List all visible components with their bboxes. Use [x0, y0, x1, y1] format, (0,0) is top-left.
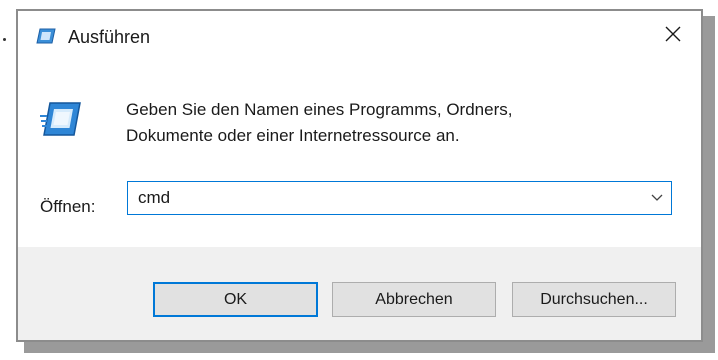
- window-title: Ausführen: [68, 27, 151, 47]
- run-icon-large: [40, 101, 82, 137]
- open-label: Öffnen:: [40, 197, 96, 216]
- button-bar: OK Abbrechen Durchsuchen...: [18, 247, 701, 340]
- close-button[interactable]: [645, 11, 701, 57]
- chevron-down-icon: [651, 189, 663, 207]
- ok-button[interactable]: OK: [153, 282, 318, 317]
- run-icon: [36, 28, 56, 44]
- title-bar[interactable]: Ausführen: [18, 11, 701, 57]
- open-combobox[interactable]: [127, 181, 672, 215]
- browse-button[interactable]: Durchsuchen...: [512, 282, 676, 317]
- dropdown-button[interactable]: [643, 182, 671, 214]
- close-icon: [665, 26, 681, 42]
- cancel-button[interactable]: Abbrechen: [332, 282, 496, 317]
- description-line-2: Dokumente oder einer Internetressource a…: [126, 126, 460, 145]
- description-text: Geben Sie den Namen eines Programms, Ord…: [126, 97, 666, 149]
- run-dialog: Ausführen Geben Sie den Namen eines Prog…: [16, 9, 703, 342]
- open-input[interactable]: [128, 182, 628, 214]
- dialog-body: Geben Sie den Namen eines Programms, Ord…: [18, 57, 701, 247]
- stray-dot: [3, 38, 6, 41]
- description-line-1: Geben Sie den Namen eines Programms, Ord…: [126, 100, 513, 119]
